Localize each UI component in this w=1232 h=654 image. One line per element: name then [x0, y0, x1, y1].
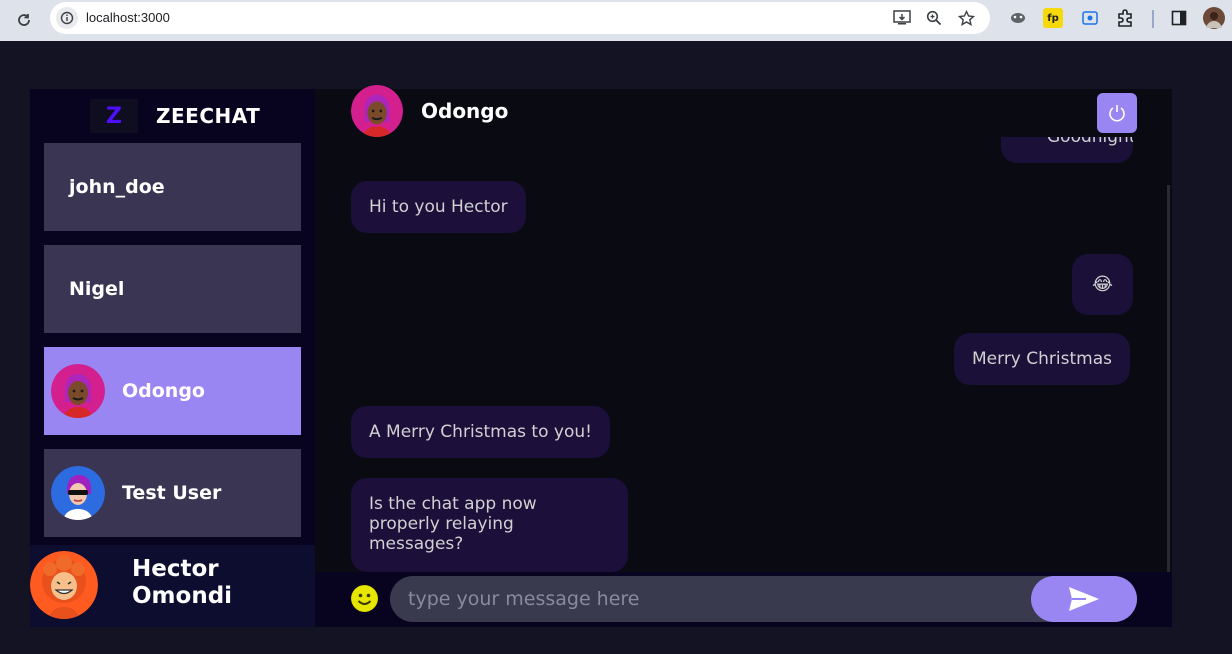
send-icon [1069, 587, 1099, 611]
brand: Z ZEECHAT [90, 99, 260, 133]
contact-john-doe[interactable]: john_doe [44, 143, 301, 231]
message-sent: Goodnight [1001, 137, 1133, 163]
chat-app: Z ZEECHAT john_doe Nigel Odongo Test Use… [30, 85, 1172, 627]
contact-name: Odongo [122, 380, 205, 402]
message-composer [315, 572, 1172, 627]
profile-avatar-icon[interactable] [1203, 7, 1225, 29]
contact-nigel[interactable]: Nigel [44, 245, 301, 333]
current-user-panel: Hector Omondi [30, 545, 315, 627]
message-text: A Merry Christmas to you! [369, 422, 592, 442]
contacts-sidebar: Z ZEECHAT john_doe Nigel Odongo Test Use… [30, 89, 315, 627]
message-sent: Merry Christmas [954, 333, 1130, 385]
message-text: Goodnight [1047, 137, 1133, 147]
chat-header: Odongo [315, 85, 1172, 137]
install-app-icon[interactable] [892, 8, 912, 28]
side-panel-icon[interactable] [1169, 8, 1189, 28]
message-input[interactable] [390, 576, 1137, 622]
message-received: Is the chat app now properly relaying me… [351, 478, 628, 572]
message-received: Hi to you Hector [351, 181, 526, 233]
current-user-avatar [30, 551, 98, 619]
browser-toolbar: localhost:3000 fp [0, 0, 1232, 41]
message-text: Hi to you Hector [369, 197, 508, 217]
contact-name: john_doe [69, 176, 165, 198]
url-text: localhost:3000 [86, 10, 170, 25]
messages-scrollbar[interactable] [1167, 185, 1170, 572]
current-user-name: Hector Omondi [132, 556, 233, 609]
message-list: Goodnight Hi to you Hector 😂 Merry Chris… [315, 137, 1172, 572]
message-received: A Merry Christmas to you! [351, 406, 610, 458]
chat-partner-name: Odongo [421, 99, 509, 123]
message-text: 😂 [1091, 273, 1114, 295]
extension-icon[interactable] [1008, 8, 1028, 28]
message-text: Is the chat app now properly relaying me… [369, 494, 537, 554]
reload-icon[interactable] [12, 8, 36, 32]
chat-partner-avatar [351, 85, 403, 137]
contact-name: Test User [122, 482, 222, 504]
emoji-picker-button[interactable] [351, 585, 378, 612]
zoom-icon[interactable] [924, 8, 944, 28]
address-bar[interactable]: localhost:3000 [50, 2, 990, 34]
test-user-avatar [51, 466, 105, 520]
message-sent: 😂 [1072, 254, 1133, 315]
bookmark-star-icon[interactable] [956, 8, 976, 28]
toolbar-divider [1152, 10, 1154, 28]
contact-test-user[interactable]: Test User [44, 449, 301, 537]
smiley-icon [351, 585, 378, 612]
fp-extension-icon[interactable]: fp [1043, 8, 1063, 28]
power-icon [1109, 105, 1125, 122]
odongo-avatar [51, 364, 105, 418]
site-info-icon[interactable] [56, 7, 78, 29]
brand-logo-icon: Z [90, 99, 138, 133]
brand-name: ZEECHAT [156, 104, 261, 128]
send-button[interactable] [1031, 576, 1137, 622]
contact-name: Nigel [69, 278, 125, 300]
extensions-puzzle-icon[interactable] [1115, 8, 1135, 28]
message-text: Merry Christmas [972, 349, 1112, 369]
record-extension-icon[interactable] [1080, 8, 1100, 28]
contact-odongo[interactable]: Odongo [44, 347, 301, 435]
logout-button[interactable] [1097, 93, 1137, 133]
